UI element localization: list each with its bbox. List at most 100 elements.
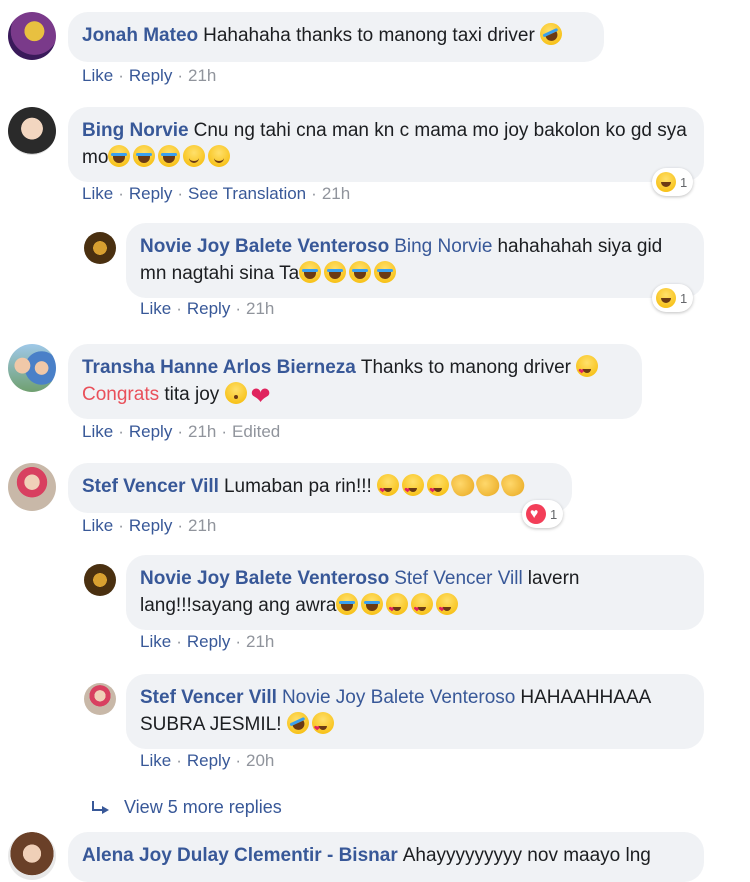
comment-text: Thanks to manong driver bbox=[360, 357, 572, 378]
see-translation-link[interactable]: See Translation bbox=[188, 184, 306, 203]
separator: · bbox=[118, 184, 124, 203]
comment-actions: Like · Reply · See Translation · 21h bbox=[82, 184, 350, 204]
reply-link[interactable]: Reply bbox=[187, 632, 230, 651]
comment-actions: Like · Reply · 20h bbox=[140, 751, 274, 771]
comment-actions: Like · Reply · 21h · Edited bbox=[82, 422, 280, 442]
like-link[interactable]: Like bbox=[82, 66, 113, 85]
clap-emoji bbox=[499, 470, 528, 500]
heart-eyes-emoji bbox=[436, 593, 459, 623]
haha-reaction-icon bbox=[656, 288, 676, 308]
heart-eyes-emoji bbox=[427, 474, 450, 504]
separator: · bbox=[176, 299, 182, 318]
mention-tag[interactable]: Bing Norvie bbox=[394, 236, 492, 257]
laughing-tears-emoji bbox=[374, 261, 397, 283]
separator: · bbox=[177, 66, 183, 85]
clap-emoji bbox=[474, 470, 503, 500]
avatar[interactable] bbox=[8, 12, 56, 60]
comment-bubble: Jonah Mateo Hahahaha thanks to manong tax… bbox=[68, 12, 604, 62]
comment-author[interactable]: Novie Joy Balete Venteroso bbox=[140, 236, 389, 257]
reaction-number: 1 bbox=[680, 174, 688, 190]
like-link[interactable]: Like bbox=[140, 751, 171, 770]
timestamp[interactable]: 21h bbox=[246, 632, 274, 651]
timestamp[interactable]: 20h bbox=[246, 751, 274, 770]
red-heart-emoji: ❤ bbox=[250, 383, 271, 410]
like-link[interactable]: Like bbox=[140, 632, 171, 651]
timestamp[interactable]: 21h bbox=[188, 422, 216, 441]
comment-text: Hahahaha thanks to manong taxi driver bbox=[203, 25, 535, 46]
view-more-replies-link[interactable]: View 5 more replies bbox=[92, 797, 282, 818]
comment-author[interactable]: Novie Joy Balete Venteroso bbox=[140, 568, 389, 589]
reply-link[interactable]: Reply bbox=[187, 299, 230, 318]
avatar[interactable] bbox=[8, 107, 56, 155]
comment-author[interactable]: Jonah Mateo bbox=[82, 25, 198, 46]
kiss-emoji bbox=[224, 382, 247, 404]
like-link[interactable]: Like bbox=[82, 516, 113, 535]
heart-eyes-emoji bbox=[576, 355, 599, 385]
comment-actions: Like · Reply · 21h bbox=[82, 66, 216, 86]
reply-bubble: Stef Vencer Vill Novie Joy Balete Ventero… bbox=[126, 674, 704, 749]
avatar[interactable] bbox=[84, 232, 116, 264]
separator: · bbox=[235, 632, 241, 651]
haha-reaction-icon bbox=[656, 172, 676, 192]
reply-link[interactable]: Reply bbox=[129, 516, 172, 535]
avatar[interactable] bbox=[84, 564, 116, 596]
reply-arrow-icon bbox=[92, 801, 110, 814]
comment-text: Ahayyyyyyyyy nov maayo lng bbox=[402, 845, 651, 866]
mention-tag[interactable]: Stef Vencer Vill bbox=[394, 568, 523, 589]
laughing-tears-emoji bbox=[324, 261, 347, 283]
separator: · bbox=[221, 422, 228, 441]
laughing-tears-emoji bbox=[158, 145, 181, 167]
avatar[interactable] bbox=[84, 683, 116, 715]
comment-author[interactable]: Stef Vencer Vill bbox=[82, 476, 219, 497]
separator: · bbox=[177, 422, 183, 441]
comment-bubble: Alena Joy Dulay Clementir - Bisnar Ahayyy… bbox=[68, 832, 704, 882]
reaction-count[interactable]: 1 bbox=[652, 284, 694, 312]
avatar[interactable] bbox=[8, 463, 56, 511]
laughing-tears-emoji bbox=[336, 593, 359, 615]
laughing-tears-emoji bbox=[361, 593, 384, 615]
reaction-number: 1 bbox=[680, 290, 688, 306]
like-link[interactable]: Like bbox=[82, 422, 113, 441]
comment-author[interactable]: Bing Norvie bbox=[82, 120, 189, 141]
reaction-count[interactable]: 1 bbox=[652, 168, 694, 196]
comment-text-2: tita joy bbox=[164, 384, 220, 405]
smile-emoji bbox=[208, 145, 231, 167]
reply-link[interactable]: Reply bbox=[129, 184, 172, 203]
laughing-tears-emoji bbox=[299, 261, 322, 283]
timestamp[interactable]: 21h bbox=[246, 299, 274, 318]
reply-link[interactable]: Reply bbox=[129, 422, 172, 441]
heart-eyes-emoji bbox=[377, 474, 400, 504]
like-link[interactable]: Like bbox=[140, 299, 171, 318]
separator: · bbox=[235, 299, 241, 318]
separator: · bbox=[177, 184, 183, 203]
rofl-emoji bbox=[283, 708, 313, 738]
timestamp[interactable]: 21h bbox=[188, 66, 216, 85]
comment-author[interactable]: Transha Hanne Arlos Bierneza bbox=[82, 357, 356, 378]
avatar[interactable] bbox=[8, 344, 56, 392]
reaction-count[interactable]: 1 bbox=[522, 500, 564, 528]
comment-author[interactable]: Stef Vencer Vill bbox=[140, 687, 277, 708]
comment-bubble: Transha Hanne Arlos Bierneza Thanks to ma… bbox=[68, 344, 642, 419]
edited-label[interactable]: Edited bbox=[232, 422, 280, 441]
view-more-label: View 5 more replies bbox=[124, 797, 282, 817]
reply-bubble: Novie Joy Balete Venteroso Bing Norvie hah… bbox=[126, 223, 704, 298]
comment-author[interactable]: Alena Joy Dulay Clementir - Bisnar bbox=[82, 845, 398, 866]
timestamp[interactable]: 21h bbox=[188, 516, 216, 535]
laughing-tears-emoji bbox=[349, 261, 372, 283]
comment-bubble: Bing Norvie Cnu ng tahi cna man kn c mama… bbox=[68, 107, 704, 182]
comment-actions: Like · Reply · 21h bbox=[82, 516, 216, 536]
laughing-tears-emoji bbox=[133, 145, 156, 167]
separator: · bbox=[118, 422, 124, 441]
laughing-tears-emoji bbox=[108, 145, 131, 167]
heart-eyes-emoji bbox=[411, 593, 434, 623]
reply-link[interactable]: Reply bbox=[187, 751, 230, 770]
timestamp[interactable]: 21h bbox=[322, 184, 350, 203]
like-link[interactable]: Like bbox=[82, 184, 113, 203]
highlight-text[interactable]: Congrats bbox=[82, 384, 159, 405]
love-reaction-icon bbox=[526, 504, 546, 524]
mention-tag[interactable]: Novie Joy Balete Venteroso bbox=[282, 687, 515, 708]
avatar[interactable] bbox=[8, 832, 56, 880]
reply-link[interactable]: Reply bbox=[129, 66, 172, 85]
reply-bubble: Novie Joy Balete Venteroso Stef Vencer Vi… bbox=[126, 555, 704, 630]
comment-text: Lumaban pa rin!!! bbox=[223, 476, 372, 497]
